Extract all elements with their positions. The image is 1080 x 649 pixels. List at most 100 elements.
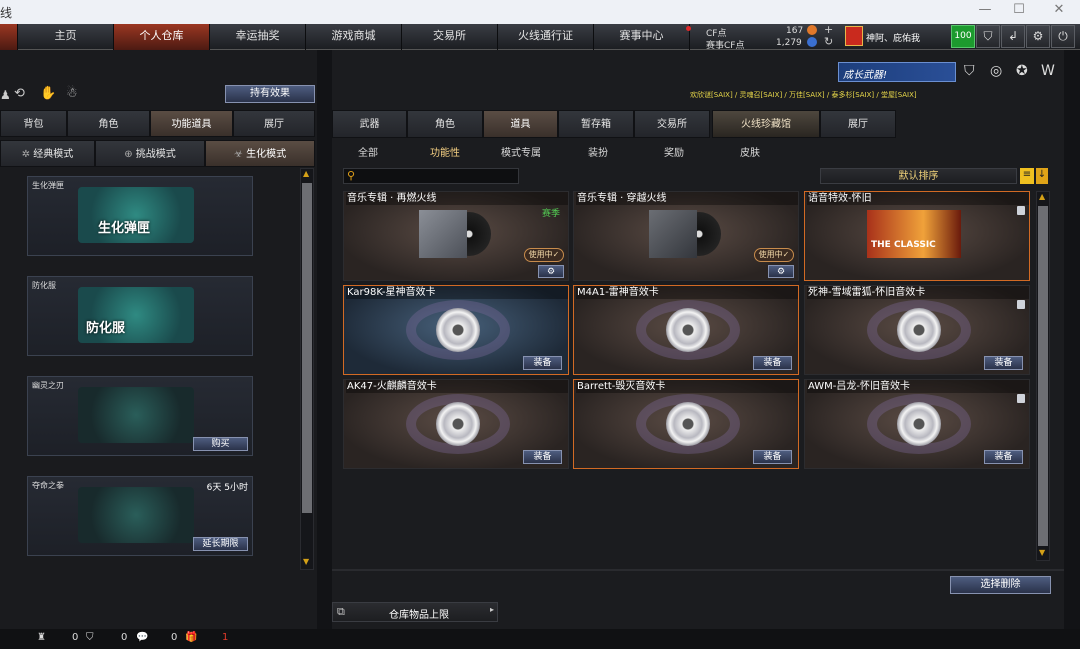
badge-wolf-icon[interactable]: W	[1041, 63, 1055, 79]
left-scrollbar[interactable]: ▲ ▼	[300, 168, 314, 570]
sort-order-icon[interactable]: ↓	[1036, 168, 1048, 184]
item-card[interactable]: 死神-雪域雷狐-怀旧音效卡 装备	[804, 285, 1030, 375]
refresh-icon[interactable]: ↻	[824, 35, 833, 48]
rotate-icon[interactable]: ⟲	[14, 86, 25, 101]
settings-gear-icon[interactable]: ⚙	[768, 265, 794, 278]
tab-hall[interactable]: 展厅	[820, 110, 896, 138]
gift-icon[interactable]: 🎁	[185, 632, 197, 643]
item-title: AWM-吕龙-怀旧音效卡	[807, 380, 1029, 393]
maximize-icon[interactable]: ☐	[1004, 2, 1034, 22]
equip-button[interactable]: 装备	[753, 450, 792, 464]
chat-icon[interactable]: 💬	[136, 632, 148, 643]
in-use-badge: 使用中✓	[754, 248, 794, 262]
tab-exchange[interactable]: 交易所	[634, 110, 710, 138]
nav-tab-shop[interactable]: 游戏商城	[306, 24, 402, 50]
equip-button[interactable]: 装备	[753, 356, 792, 370]
tab-storage[interactable]: 暂存箱	[558, 110, 634, 138]
equip-button[interactable]: 装备	[984, 450, 1023, 464]
settings-gear-icon[interactable]: ⚙	[538, 265, 564, 278]
subtab-all[interactable]: 全部	[358, 144, 378, 159]
nav-tab-exchange[interactable]: 交易所	[402, 24, 498, 50]
power-icon[interactable]: ⏻	[1051, 25, 1075, 48]
classic-mode-icon: ✲	[21, 149, 34, 160]
tab-collection[interactable]: 火线珍藏馆	[712, 110, 820, 138]
effects-button[interactable]: 持有效果	[225, 85, 315, 103]
badge-shield2-icon[interactable]: ✪	[1016, 63, 1028, 79]
item-card[interactable]: AK47-火麒麟音效卡 装备	[343, 379, 569, 469]
pose-icon[interactable]: ✋	[40, 86, 56, 101]
tab-challenge-mode[interactable]: ⊕ 挑战模式	[95, 140, 205, 167]
item-card[interactable]: 音乐专辑 · 再燃火线 赛季 使用中✓ ⚙	[343, 191, 569, 281]
tab-function-items[interactable]: 功能道具	[150, 110, 233, 137]
nav-tab-pass[interactable]: 火线通行证	[498, 24, 594, 50]
sort-dropdown[interactable]: 默认排序	[820, 168, 1017, 184]
list-view-icon[interactable]: ≡	[1020, 168, 1034, 184]
left-item-card[interactable]: 夺命之拳 6天 5小时 延长期限	[27, 476, 253, 556]
scroll-up-icon[interactable]: ▲	[303, 169, 309, 178]
expand-arrow-icon[interactable]: ▸	[490, 605, 494, 614]
select-delete-button[interactable]: 选择删除	[950, 576, 1051, 594]
item-card[interactable]: 音乐专辑 · 穿越火线 使用中✓ ⚙	[573, 191, 799, 281]
minimize-icon[interactable]: —	[970, 2, 1000, 22]
scroll-up-icon[interactable]: ▲	[1039, 192, 1045, 201]
subtab-dress[interactable]: 装扮	[588, 144, 608, 159]
cf-value: 167	[786, 26, 804, 36]
subtab-reward[interactable]: 奖励	[664, 144, 684, 159]
trash-icon[interactable]	[1017, 206, 1025, 215]
nav-tab-lottery[interactable]: 幸运抽奖	[210, 24, 306, 50]
left-item-card[interactable]: 防化服 防化服	[27, 276, 253, 356]
character-icon[interactable]: ♟	[0, 88, 11, 102]
scroll-down-icon[interactable]: ▼	[303, 557, 309, 566]
tab-items[interactable]: 道具	[483, 110, 558, 138]
tab-characters[interactable]: 角色	[407, 110, 483, 138]
item-card[interactable]: 语音特效-怀旧 THE CLASSIC	[804, 191, 1030, 281]
tab-weapons[interactable]: 武器	[332, 110, 407, 138]
equip-button[interactable]: 装备	[523, 450, 562, 464]
grid-scrollbar[interactable]: ▲ ▼	[1036, 191, 1050, 561]
item-name: 防化服	[32, 281, 56, 290]
subtab-functional[interactable]: 功能性	[430, 144, 460, 159]
growth-weapon-banner[interactable]: 成长武器!	[838, 62, 956, 82]
clan-shield-icon[interactable]: ⛉	[86, 632, 94, 643]
trash-icon[interactable]	[1017, 300, 1025, 309]
left-item-card[interactable]: 幽灵之刃 购买	[27, 376, 253, 456]
close-icon[interactable]: ✕	[1044, 2, 1074, 22]
settings-icon[interactable]: ⚙	[1026, 25, 1050, 48]
scroll-thumb[interactable]	[1038, 206, 1048, 546]
username[interactable]: 神阿、庇佑我	[866, 31, 920, 44]
subtab-mode[interactable]: 模式专属	[501, 144, 541, 159]
level-badge[interactable]: 100	[951, 25, 975, 48]
badge-globe-icon[interactable]: ◎	[990, 63, 1002, 79]
nav-tab-home[interactable]: 主页	[18, 24, 114, 50]
item-card[interactable]: M4A1-雷神音效卡 装备	[573, 285, 799, 375]
tab-bio-mode[interactable]: ☣ 生化模式	[205, 140, 315, 167]
equip-button[interactable]: 装备	[523, 356, 562, 370]
nav-tab-events[interactable]: 赛事中心	[594, 24, 690, 50]
scroll-down-icon[interactable]: ▼	[1039, 548, 1045, 557]
buy-button[interactable]: 购买	[193, 437, 248, 451]
storage-limit-bar[interactable]: ⧉ 仓库物品上限 ▸	[332, 602, 498, 622]
tab-hall[interactable]: 展厅	[233, 110, 315, 137]
nav-tab-inventory[interactable]: 个人仓库	[114, 24, 210, 50]
left-item-card[interactable]: 生化弹匣 生化弹匣	[27, 176, 253, 256]
shield-icon[interactable]: ⛉	[976, 25, 1000, 48]
trash-icon[interactable]	[1017, 394, 1025, 403]
tab-backpack[interactable]: 背包	[0, 110, 67, 137]
equip-button[interactable]: 装备	[984, 356, 1023, 370]
scroll-thumb[interactable]	[302, 183, 312, 513]
badge-shield-icon[interactable]: ⛉	[964, 63, 975, 79]
tab-role[interactable]: 角色	[67, 110, 150, 137]
tab-classic-mode[interactable]: ✲ 经典模式	[0, 140, 95, 167]
subtab-skin[interactable]: 皮肤	[740, 144, 760, 159]
extend-button[interactable]: 延长期限	[193, 537, 248, 551]
friends-icon[interactable]: ♜	[37, 632, 46, 643]
in-use-badge: 使用中✓	[524, 248, 564, 262]
item-card[interactable]: Barrett-毁灭音效卡 装备	[573, 379, 799, 469]
season-badge: 赛季	[542, 209, 561, 219]
mascot-icon[interactable]: ☃	[66, 86, 78, 101]
search-input[interactable]: ⚲	[343, 168, 519, 184]
nav-edge-tab[interactable]	[0, 24, 18, 50]
item-card[interactable]: Kar98K-星神音效卡 装备	[343, 285, 569, 375]
item-card[interactable]: AWM-吕龙-怀旧音效卡 装备	[804, 379, 1030, 469]
exit-icon[interactable]: ↲	[1001, 25, 1025, 48]
